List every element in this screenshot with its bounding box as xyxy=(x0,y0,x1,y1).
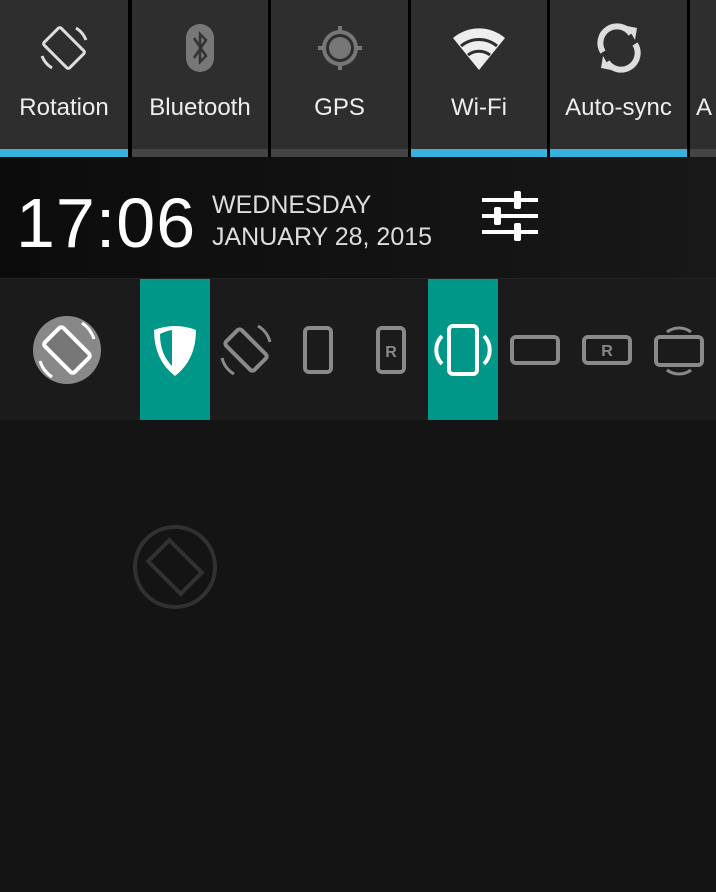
reverse-portrait-icon: R xyxy=(376,325,406,374)
rotation-app-icon xyxy=(33,315,101,384)
tile-active-indicator xyxy=(132,149,268,157)
sensor-landscape-icon xyxy=(654,326,704,375)
tile-partial[interactable]: A xyxy=(690,0,716,157)
quick-settings: Rotation Bluetooth GPS Wi-Fi Auto-sync A xyxy=(0,0,716,157)
sync-icon xyxy=(596,23,641,73)
rotation-option-shield[interactable] xyxy=(140,279,210,420)
settings-sliders-icon[interactable] xyxy=(480,187,540,245)
shield-icon xyxy=(154,325,196,376)
reverse-landscape-icon: R xyxy=(582,334,632,365)
bluetooth-icon xyxy=(186,24,214,72)
rotation-option-landscape[interactable] xyxy=(500,279,570,420)
rotation-option-reverse-landscape[interactable]: R xyxy=(572,279,642,420)
tile-label: Bluetooth xyxy=(149,94,251,121)
tile-active-indicator xyxy=(0,149,128,157)
wifi-icon xyxy=(453,28,505,70)
tile-label: A xyxy=(696,94,713,121)
tile-active-indicator xyxy=(550,149,687,157)
tile-rotation[interactable]: Rotation xyxy=(0,0,128,157)
tile-label: Auto-sync xyxy=(565,94,672,121)
rotation-option-auto-rotate[interactable] xyxy=(211,279,281,420)
landscape-icon xyxy=(510,334,560,365)
tile-label: Rotation xyxy=(19,94,109,121)
rotation-options: RR xyxy=(0,278,716,420)
tile-bluetooth[interactable]: Bluetooth xyxy=(132,0,268,157)
tile-active-indicator xyxy=(690,149,716,157)
rotation-option-portrait[interactable] xyxy=(283,279,353,420)
rotation-option-reverse-portrait[interactable]: R xyxy=(356,279,426,420)
tile-wifi[interactable]: Wi-Fi xyxy=(411,0,547,157)
clock: 17:06 xyxy=(16,184,197,262)
rotation-option-rotation-app[interactable] xyxy=(32,279,102,420)
rotation-watermark-icon xyxy=(133,525,217,609)
tile-auto-sync[interactable]: Auto-sync xyxy=(550,0,687,157)
svg-text:R: R xyxy=(601,343,613,360)
sensor-portrait-icon xyxy=(434,323,492,376)
tile-label: Wi-Fi xyxy=(451,94,507,121)
tile-active-indicator xyxy=(411,149,547,157)
portrait-icon xyxy=(303,325,333,374)
rotation-option-sensor-portrait[interactable] xyxy=(428,279,498,420)
notification-header: 17:06 WEDNESDAY JANUARY 28, 2015 xyxy=(0,157,716,278)
gps-icon xyxy=(317,26,362,70)
tile-label: GPS xyxy=(314,94,365,121)
weekday: WEDNESDAY xyxy=(212,191,372,219)
tile-active-indicator xyxy=(271,149,408,157)
date: JANUARY 28, 2015 xyxy=(212,223,433,251)
tile-gps[interactable]: GPS xyxy=(271,0,408,157)
rotation-icon xyxy=(40,26,88,70)
svg-text:R: R xyxy=(385,344,397,361)
date-block: WEDNESDAY JANUARY 28, 2015 xyxy=(212,189,432,253)
auto-rotate-icon xyxy=(220,324,272,375)
rotation-option-sensor-landscape[interactable] xyxy=(644,279,714,420)
